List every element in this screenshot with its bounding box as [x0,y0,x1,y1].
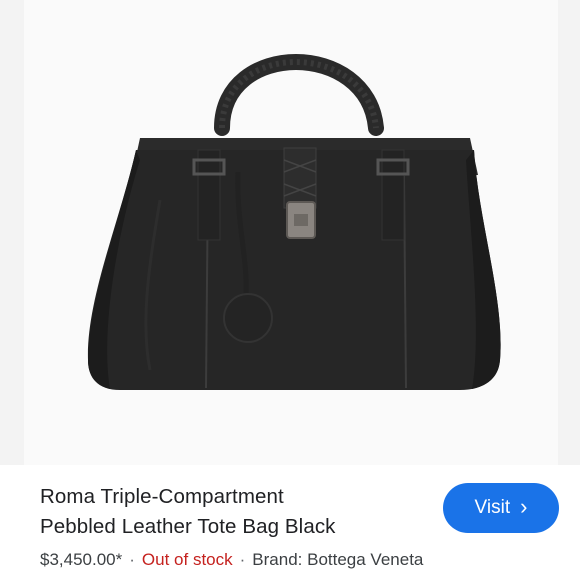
separator-dot: · [239,550,246,569]
bag-key-fob [223,293,273,343]
product-title-line2[interactable]: Pebbled Leather Tote Bag Black [40,515,336,538]
product-image-area[interactable] [0,0,580,465]
product-meta: $3,450.00* · Out of stock · Brand: Bottega V… [40,549,423,571]
product-image[interactable] [0,0,580,465]
bag-woven-tab [283,147,317,209]
bag-strap-right [381,149,405,241]
visit-button-label: Visit [474,497,511,518]
product-card[interactable]: Roma Triple-Compartment Pebbled Leather … [0,0,580,580]
bag-strap-left [197,149,221,241]
price: $3,450.00* [40,550,123,569]
bag-handle [214,54,384,136]
brand: Brand: Bottega Veneta [252,550,424,569]
product-title-line1[interactable]: Roma Triple-Compartment [40,485,284,508]
stock-status: Out of stock [141,550,233,569]
separator-dot: · [129,550,135,569]
visit-button[interactable]: Visit › [443,483,559,533]
product-title[interactable]: Roma Triple-Compartment Pebbled Leather … [40,482,420,542]
chevron-right-icon: › [520,494,528,519]
product-info: Roma Triple-Compartment Pebbled Leather … [0,465,580,580]
